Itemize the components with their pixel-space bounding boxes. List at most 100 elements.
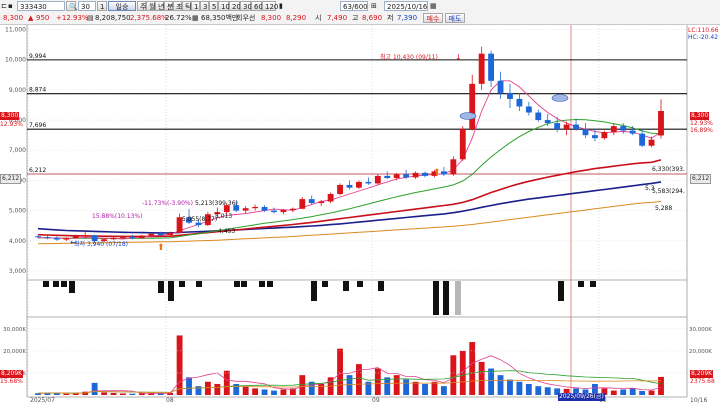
period-btn-3[interactable]: 3 (200, 1, 209, 11)
volume-bar (204, 381, 211, 395)
sub-button[interactable]: 1 (97, 1, 107, 11)
annotation-2: -11.73%(-3.90%) (142, 200, 193, 207)
candle-body (356, 181, 362, 188)
stock-code-input[interactable]: 333430 (17, 1, 65, 11)
indicator-bar (61, 281, 67, 287)
time-axis-label: 08 (166, 397, 174, 404)
candle-body (610, 126, 617, 133)
volume-bar (318, 383, 325, 395)
period-btn-10[interactable]: 10 (218, 1, 230, 11)
price-axis-label: 4,000 (9, 238, 26, 245)
volume-axis-label: 30,000K (3, 327, 26, 333)
signal-ellipse (459, 112, 477, 120)
sell-button[interactable]: 매도 (445, 13, 465, 23)
volume-bar (63, 393, 70, 395)
period-mode-select[interactable]: 일승 (108, 1, 136, 11)
current-price: 8,300 (3, 14, 24, 22)
candle-body (289, 208, 296, 210)
time-axis-label: 10/16 (690, 397, 707, 404)
right-vol-pct: 2375.68 (690, 378, 715, 385)
price-axis-label: 3,000 (9, 268, 26, 275)
period-btn-1[interactable]: 1 (191, 1, 200, 11)
candle-body (35, 236, 41, 238)
volume-bar (101, 392, 108, 395)
candle-body (554, 123, 561, 130)
indicator-bar (259, 281, 265, 287)
volume-bar (280, 389, 287, 395)
change-value: 950 (36, 14, 50, 22)
period-btn-30[interactable]: 30 (240, 1, 252, 11)
candle-body (337, 184, 343, 194)
candle-body (261, 206, 268, 211)
volume-bar (337, 348, 343, 395)
volume-bar (176, 335, 183, 395)
period-btn-tick[interactable]: 틱 (182, 1, 191, 11)
annotation-9: 5,3 (645, 185, 655, 192)
indicator-bar (311, 281, 317, 301)
range-input[interactable]: 30 (78, 1, 96, 11)
annotation-5: 5,013 (215, 213, 233, 220)
period-btn-5[interactable]: 5 (209, 1, 218, 11)
buy-button[interactable]: 매수 (423, 13, 443, 23)
high-price: 8,690 (362, 14, 383, 22)
volume-bar (610, 390, 617, 395)
search-icon[interactable]: 🔍 (66, 1, 78, 11)
candle-body (488, 53, 495, 81)
date-input[interactable]: 2025/10/16 (384, 1, 428, 11)
candle-body (573, 124, 579, 130)
candle-body (639, 133, 646, 146)
menu-icon[interactable]: ⊏ (1, 1, 7, 11)
candle-body (44, 237, 51, 239)
volume-bar (299, 375, 306, 395)
candle-body (53, 237, 60, 240)
price-axis-label: 9,000 (9, 87, 26, 94)
volume-bar (535, 386, 542, 395)
candle-body (412, 172, 419, 178)
candle-body (82, 235, 89, 237)
open-label: 시 (315, 14, 322, 22)
volume-bar (120, 393, 126, 395)
candle-body (629, 130, 636, 134)
period-btn-60[interactable]: 60 (251, 1, 263, 11)
annotation-3: 5,213(399.36) (195, 200, 238, 207)
candle-body (138, 235, 145, 239)
volume-bar (440, 386, 447, 395)
settings-icon[interactable]: ⊞ (371, 1, 377, 11)
period-btn-second[interactable]: 초 (173, 1, 182, 11)
change-pct: +12.93% (56, 14, 89, 22)
period-btn-year[interactable]: 년 (155, 1, 164, 11)
volume-bar (639, 391, 646, 395)
indicator-bar (179, 281, 185, 287)
volume-axis-label-right: 20,000K (689, 349, 712, 355)
volume-bar (629, 388, 636, 395)
left-pct-tag: 12.93% (0, 121, 23, 128)
candle-body (167, 232, 174, 236)
time-axis-label: 2025/07 (30, 397, 55, 404)
period-btn-week[interactable]: 주 (137, 1, 146, 11)
volume-bar (450, 355, 457, 395)
candle-body (393, 174, 400, 178)
period-btn-120[interactable]: 120 (262, 1, 278, 11)
candle-body (507, 92, 513, 99)
volume-bar (648, 390, 655, 395)
chart-type-icon[interactable]: ▪ (8, 1, 13, 11)
volume-bar (516, 381, 523, 395)
volume-axis-label-right: 30,000K (689, 327, 712, 333)
candle-body (280, 209, 287, 213)
candle-body (63, 238, 70, 240)
calendar-icon[interactable]: ▦ (430, 1, 437, 11)
broker-name: 회우선 (236, 14, 256, 22)
volume-bar (469, 342, 476, 395)
volume-value: 8,208,750 (95, 14, 131, 22)
right-vol-tag: 8,209K (690, 370, 714, 378)
page-count-input[interactable]: 63/600 (340, 1, 368, 11)
candle-body (459, 129, 466, 160)
signal-ellipse (551, 94, 569, 102)
annotation-6: 4,453 (218, 228, 236, 235)
price-axis-label: 7,000 (9, 147, 26, 154)
volume-bar (422, 383, 428, 395)
period-btn-month[interactable]: 월 (146, 1, 155, 11)
period-btn-minute[interactable]: 분 (164, 1, 173, 11)
volume-axis-label: 20,000K (3, 349, 26, 355)
period-btn-20[interactable]: 20 (229, 1, 241, 11)
